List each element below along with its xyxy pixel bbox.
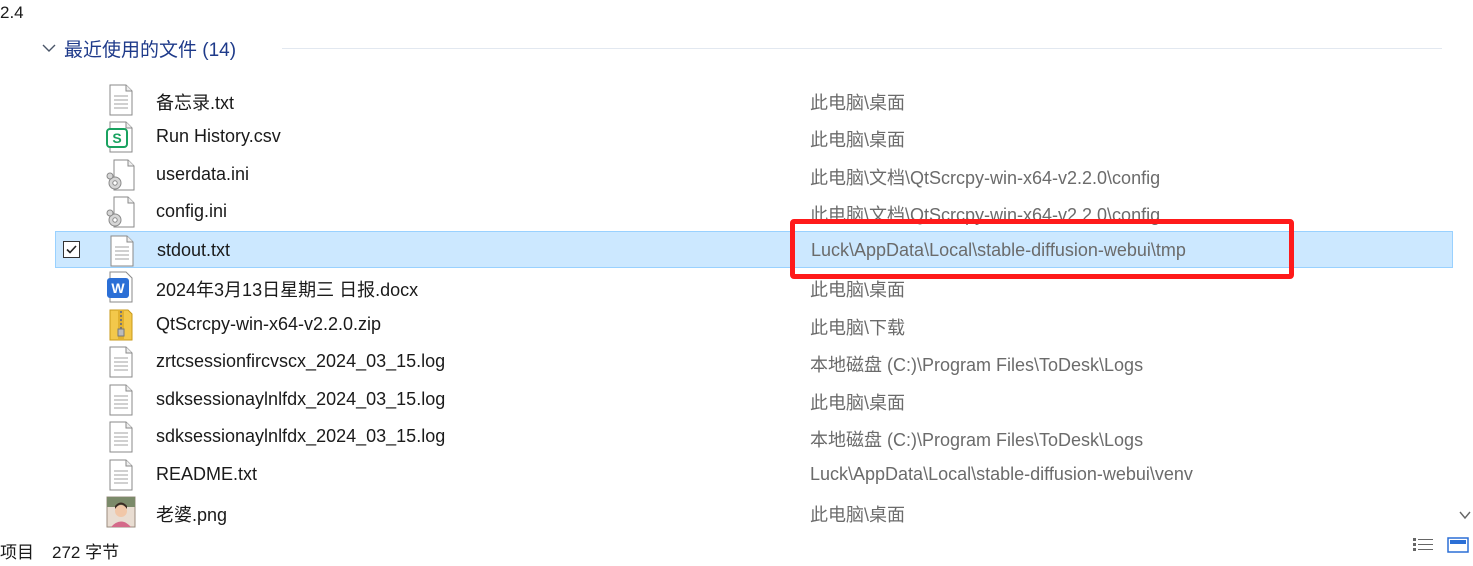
list-item[interactable]: 备忘录.txt 此电脑\桌面 [55,81,1453,118]
scroll-down-arrow-icon[interactable] [1459,508,1471,522]
svg-text:W: W [111,280,125,296]
file-name: zrtcsessionfircvscx_2024_03_15.log [156,351,446,371]
file-name: Run History.csv [156,126,281,146]
file-name: 2024年3月13日星期三 日报.docx [156,280,419,300]
file-location: Luck\AppData\Local\stable-diffusion-webu… [811,240,1186,260]
status-items-label: 项目 [0,543,34,562]
image-file-icon [106,496,136,528]
status-selection-size: 272 字节 [52,543,120,562]
file-location: 此电脑\文档\QtScrcpy-win-x64-v2.2.0\config [810,205,1161,225]
file-name: userdata.ini [156,164,250,184]
text-file-icon [107,235,137,267]
settings-file-icon [106,159,136,191]
group-title: 最近使用的文件 (14) [64,39,237,61]
file-location: 本地磁盘 (C:)\Program Files\ToDesk\Logs [810,355,1144,375]
file-location: 本地磁盘 (C:)\Program Files\ToDesk\Logs [810,430,1144,450]
version-label: 2.4 [0,3,24,22]
list-item[interactable]: userdata.ini 此电脑\文档\QtScrcpy-win-x64-v2.… [55,156,1453,193]
file-location: 此电脑\桌面 [810,130,906,150]
text-file-icon [106,346,136,378]
list-item[interactable]: W 2024年3月13日星期三 日报.docx 此电脑\桌面 [55,268,1453,305]
chevron-down-icon [40,39,58,57]
list-item[interactable]: sdksessionaylnlfdx_2024_03_15.log 本地磁盘 (… [55,418,1453,455]
text-file-icon [106,421,136,453]
text-file-icon [106,459,136,491]
file-name: 老婆.png [156,505,228,525]
file-name: QtScrcpy-win-x64-v2.2.0.zip [156,314,382,334]
zip-file-icon [106,309,136,341]
list-item-selected[interactable]: stdout.txt Luck\AppData\Local\stable-dif… [55,231,1453,268]
list-item[interactable]: QtScrcpy-win-x64-v2.2.0.zip 此电脑\下载 [55,306,1453,343]
list-item[interactable]: 老婆.png 此电脑\桌面 [55,493,1453,530]
spreadsheet-file-icon: S [106,121,136,153]
list-item[interactable]: sdksessionaylnlfdx_2024_03_15.log 此电脑\桌面 [55,381,1453,418]
file-name: stdout.txt [157,240,231,260]
text-file-icon [106,84,136,116]
file-name: 备忘录.txt [156,93,235,113]
details-view-icon[interactable] [1411,535,1435,557]
file-location: 此电脑\桌面 [810,505,906,525]
file-location: Luck\AppData\Local\stable-diffusion-webu… [810,464,1193,484]
settings-file-icon [106,196,136,228]
svg-text:S: S [112,130,121,146]
file-location: 此电脑\桌面 [810,280,906,300]
group-header-recent-files[interactable]: 最近使用的文件 (14) [40,34,236,62]
status-bar: 项目 272 字节 [0,535,1473,566]
text-file-icon [106,384,136,416]
group-divider [282,48,1442,49]
list-item[interactable]: config.ini 此电脑\文档\QtScrcpy-win-x64-v2.2.… [55,193,1453,230]
word-file-icon: W [106,271,136,303]
file-name: sdksessionaylnlfdx_2024_03_15.log [156,426,446,446]
list-item[interactable]: README.txt Luck\AppData\Local\stable-dif… [55,456,1453,493]
file-name: config.ini [156,201,228,221]
list-item[interactable]: zrtcsessionfircvscx_2024_03_15.log 本地磁盘 … [55,343,1453,380]
file-location: 此电脑\文档\QtScrcpy-win-x64-v2.2.0\config [810,168,1161,188]
large-icons-view-icon[interactable] [1446,535,1470,557]
file-location: 此电脑\桌面 [810,393,906,413]
file-location: 此电脑\下载 [810,318,906,338]
row-checkbox[interactable] [63,241,80,258]
file-location: 此电脑\桌面 [810,93,906,113]
file-name: README.txt [156,464,258,484]
file-explorer-window: 2.4 最近使用的文件 (14) 备忘录.txt 此电脑\桌面 S Run Hi… [0,0,1473,566]
list-item[interactable]: S Run History.csv 此电脑\桌面 [55,118,1453,155]
file-name: sdksessionaylnlfdx_2024_03_15.log [156,389,446,409]
